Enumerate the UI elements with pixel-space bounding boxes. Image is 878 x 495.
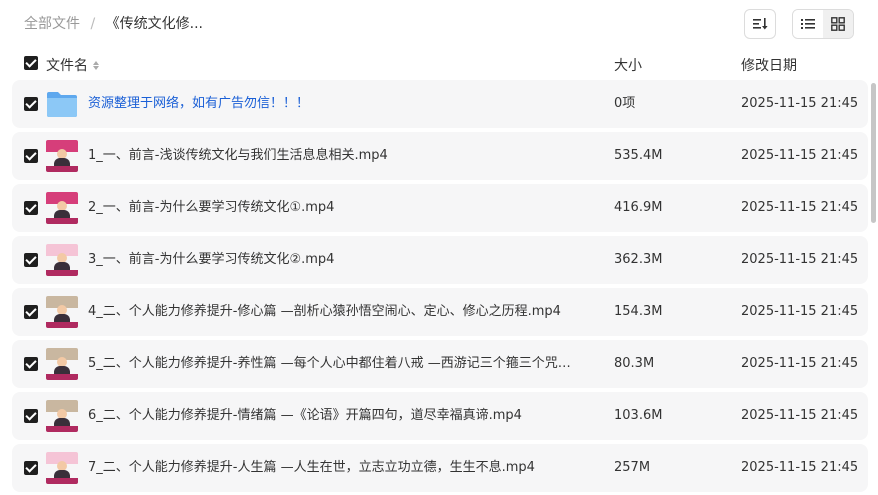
file-name[interactable]: 5_二、个人能力修养提升-养性篇 —每个人心中都住着八戒 —西游记三个箍三个咒三… bbox=[88, 354, 578, 374]
sort-button[interactable] bbox=[744, 9, 776, 39]
breadcrumb: 全部文件 / 《传统文化修... bbox=[24, 14, 203, 34]
file-size: 103.6M bbox=[614, 408, 663, 423]
checkbox-checked-icon bbox=[24, 253, 38, 267]
file-size: 416.9M bbox=[614, 200, 663, 215]
file-name[interactable]: 3_一、前言-为什么要学习传统文化②.mp4 bbox=[88, 250, 334, 270]
file-name[interactable]: 资源整理于网络，如有广告勿信！！！ bbox=[88, 94, 309, 114]
file-name[interactable]: 4_二、个人能力修养提升-修心篇 —剖析心猿孙悟空闹心、定心、修心之历程.mp4 bbox=[88, 302, 561, 322]
grid-view-button[interactable] bbox=[823, 10, 853, 38]
video-thumbnail bbox=[46, 452, 78, 484]
column-date-header[interactable]: 修改日期 bbox=[741, 55, 797, 75]
column-name-label: 文件名 bbox=[46, 58, 88, 74]
file-size: 80.3M bbox=[614, 356, 655, 371]
row-checkbox[interactable] bbox=[24, 461, 38, 475]
file-list: 资源整理于网络，如有广告勿信！！！ 0项 2025-11-15 21:45 1_… bbox=[12, 80, 868, 495]
checkbox-checked-icon bbox=[24, 357, 38, 371]
file-size: 257M bbox=[614, 460, 651, 475]
list-view-button[interactable] bbox=[793, 10, 823, 38]
checkbox-checked-icon bbox=[24, 305, 38, 319]
row-checkbox[interactable] bbox=[24, 357, 38, 371]
video-thumbnail bbox=[46, 348, 78, 380]
file-date: 2025-11-15 21:45 bbox=[741, 408, 859, 423]
checkbox-checked-icon bbox=[24, 56, 38, 70]
file-date: 2025-11-15 21:45 bbox=[741, 96, 859, 111]
file-row[interactable]: 2_一、前言-为什么要学习传统文化①.mp4 416.9M 2025-11-15… bbox=[12, 184, 868, 232]
checkbox-checked-icon bbox=[24, 461, 38, 475]
file-row[interactable]: 资源整理于网络，如有广告勿信！！！ 0项 2025-11-15 21:45 bbox=[12, 80, 868, 128]
file-name[interactable]: 1_一、前言-浅谈传统文化与我们生活息息相关.mp4 bbox=[88, 146, 388, 166]
file-name[interactable]: 2_一、前言-为什么要学习传统文化①.mp4 bbox=[88, 198, 334, 218]
top-bar: 全部文件 / 《传统文化修... bbox=[0, 0, 878, 48]
video-thumbnail bbox=[46, 192, 78, 224]
file-row[interactable]: 6_二、个人能力修养提升-情绪篇 —《论语》开篇四句，道尽幸福真谛.mp4 10… bbox=[12, 392, 868, 440]
row-checkbox[interactable] bbox=[24, 201, 38, 215]
sort-arrows-icon bbox=[93, 60, 99, 70]
checkbox-checked-icon bbox=[24, 97, 38, 111]
file-row[interactable]: 4_二、个人能力修养提升-修心篇 —剖析心猿孙悟空闹心、定心、修心之历程.mp4… bbox=[12, 288, 868, 336]
row-checkbox[interactable] bbox=[24, 305, 38, 319]
video-thumbnail bbox=[46, 140, 78, 172]
file-size: 362.3M bbox=[614, 252, 663, 267]
column-header: 文件名 大小 修改日期 bbox=[0, 48, 878, 80]
file-size: 0项 bbox=[614, 96, 636, 111]
list-view-icon bbox=[801, 19, 815, 29]
file-date: 2025-11-15 21:45 bbox=[741, 252, 859, 267]
file-date: 2025-11-15 21:45 bbox=[741, 148, 859, 163]
file-size: 535.4M bbox=[614, 148, 663, 163]
checkbox-checked-icon bbox=[24, 201, 38, 215]
video-thumbnail bbox=[46, 296, 78, 328]
file-row[interactable]: 3_一、前言-为什么要学习传统文化②.mp4 362.3M 2025-11-15… bbox=[12, 236, 868, 284]
file-row[interactable]: 5_二、个人能力修养提升-养性篇 —每个人心中都住着八戒 —西游记三个箍三个咒三… bbox=[12, 340, 868, 388]
file-date: 2025-11-15 21:45 bbox=[741, 304, 859, 319]
folder-icon bbox=[46, 88, 78, 120]
breadcrumb-root-link[interactable]: 全部文件 bbox=[24, 16, 80, 32]
breadcrumb-current: 《传统文化修... bbox=[105, 16, 203, 32]
scrollbar-thumb[interactable] bbox=[871, 83, 876, 223]
row-checkbox[interactable] bbox=[24, 253, 38, 267]
file-date: 2025-11-15 21:45 bbox=[741, 460, 859, 475]
column-name-header[interactable]: 文件名 bbox=[46, 55, 99, 75]
file-name[interactable]: 7_二、个人能力修养提升-人生篇 —人生在世，立志立功立德，生生不息.mp4 bbox=[88, 458, 535, 478]
checkbox-checked-icon bbox=[24, 149, 38, 163]
checkbox-checked-icon bbox=[24, 409, 38, 423]
breadcrumb-separator: / bbox=[90, 16, 96, 32]
column-size-header[interactable]: 大小 bbox=[614, 55, 642, 75]
file-date: 2025-11-15 21:45 bbox=[741, 200, 859, 215]
file-row[interactable]: 7_二、个人能力修养提升-人生篇 —人生在世，立志立功立德，生生不息.mp4 2… bbox=[12, 444, 868, 492]
row-checkbox[interactable] bbox=[24, 409, 38, 423]
view-toggle bbox=[792, 9, 854, 39]
row-checkbox[interactable] bbox=[24, 149, 38, 163]
grid-view-icon bbox=[831, 17, 845, 31]
file-date: 2025-11-15 21:45 bbox=[741, 356, 859, 371]
row-checkbox[interactable] bbox=[24, 97, 38, 111]
file-row[interactable]: 1_一、前言-浅谈传统文化与我们生活息息相关.mp4 535.4M 2025-1… bbox=[12, 132, 868, 180]
video-thumbnail bbox=[46, 400, 78, 432]
video-thumbnail bbox=[46, 244, 78, 276]
select-all-checkbox[interactable] bbox=[24, 56, 38, 70]
file-size: 154.3M bbox=[614, 304, 663, 319]
sort-lines-icon bbox=[753, 18, 768, 30]
file-name[interactable]: 6_二、个人能力修养提升-情绪篇 —《论语》开篇四句，道尽幸福真谛.mp4 bbox=[88, 406, 522, 426]
